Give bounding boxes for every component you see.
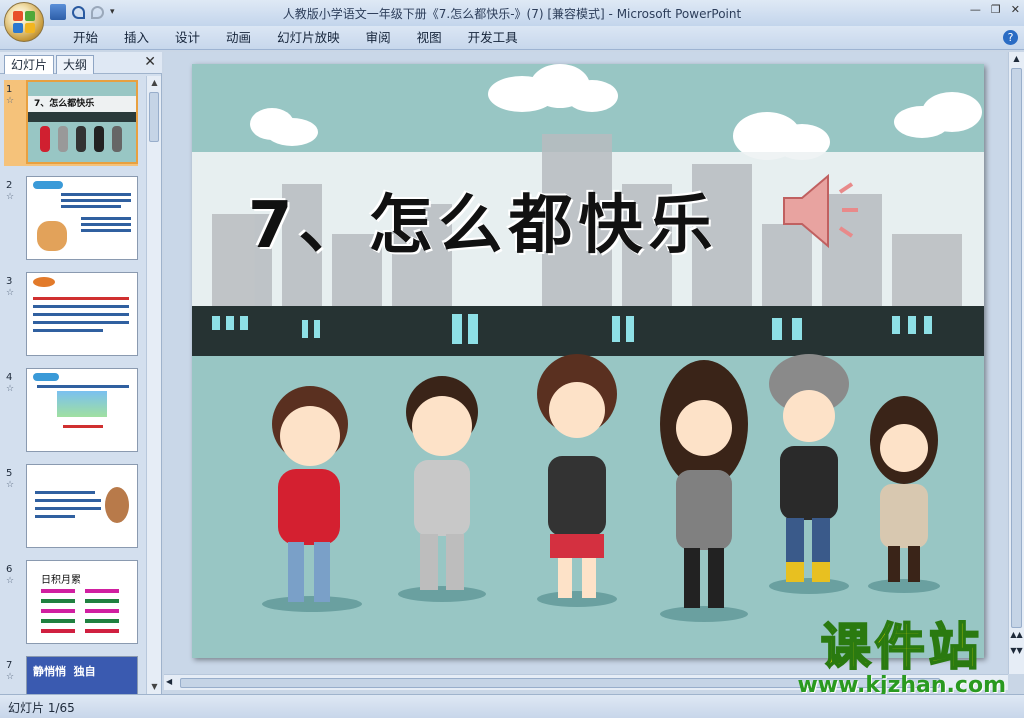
tab-review[interactable]: 审阅 bbox=[353, 30, 404, 46]
watermark-logo: 课件站 www.kjzhan.com bbox=[797, 618, 1006, 698]
minimize-icon[interactable]: — bbox=[970, 3, 981, 16]
slide-artwork bbox=[192, 64, 984, 622]
ribbon: 开始 插入 设计 动画 幻灯片放映 审阅 视图 开发工具 ? bbox=[0, 26, 1024, 50]
tab-insert[interactable]: 插入 bbox=[111, 30, 162, 46]
current-slide[interactable]: 7、怎么都快乐 bbox=[192, 64, 984, 658]
thumbnail-title: 静悄悄 独自 bbox=[33, 665, 96, 678]
thumbnail-list: 1 ☆ 7、怎么都快乐 2 ☆ 3 ☆ 4 ☆ 5 ☆ 6 ☆ 日积月累 7 ☆… bbox=[0, 76, 146, 694]
slide-number: 7 bbox=[6, 660, 13, 671]
thumbnail-title: 日积月累 bbox=[41, 575, 81, 586]
tab-outline[interactable]: 大纲 bbox=[56, 55, 95, 74]
editor-vertical-scrollbar[interactable]: ▲ ▲▲ ▼▼ bbox=[1008, 52, 1024, 674]
next-slide-icon[interactable]: ▼▼ bbox=[1009, 646, 1024, 660]
thumbnail-image bbox=[26, 176, 138, 260]
previous-slide-icon[interactable]: ▲▲ bbox=[1009, 630, 1024, 644]
tab-slideshow[interactable]: 幻灯片放映 bbox=[264, 30, 353, 46]
scroll-down-icon[interactable]: ▼ bbox=[147, 680, 162, 694]
transition-star-icon: ☆ bbox=[6, 480, 15, 490]
slide-number: 2 bbox=[6, 180, 13, 191]
transition-star-icon: ☆ bbox=[6, 384, 15, 394]
office-logo-icon bbox=[13, 11, 35, 33]
scroll-up-icon[interactable]: ▲ bbox=[1009, 52, 1024, 66]
thumbnail-image bbox=[26, 368, 138, 452]
scroll-thumb[interactable] bbox=[149, 92, 159, 142]
thumbnail-slide-5[interactable]: 5 ☆ bbox=[4, 464, 138, 550]
scroll-left-icon[interactable]: ◀ bbox=[166, 677, 172, 686]
transition-star-icon: ☆ bbox=[6, 96, 15, 106]
slide-counter: 幻灯片 1/65 bbox=[8, 701, 75, 715]
tab-design[interactable]: 设计 bbox=[162, 30, 213, 46]
slide-number: 6 bbox=[6, 564, 13, 575]
window-controls: — ❐ ✕ bbox=[970, 3, 1020, 16]
thumbnail-slide-1[interactable]: 1 ☆ 7、怎么都快乐 bbox=[4, 80, 138, 166]
thumbnail-slide-4[interactable]: 4 ☆ bbox=[4, 368, 138, 454]
thumbnail-slide-6[interactable]: 6 ☆ 日积月累 bbox=[4, 560, 138, 646]
office-button[interactable] bbox=[4, 2, 44, 42]
scroll-up-icon[interactable]: ▲ bbox=[147, 76, 162, 90]
status-bar: 幻灯片 1/65 bbox=[0, 694, 1024, 718]
transition-star-icon: ☆ bbox=[6, 192, 15, 202]
watermark-cn: 课件站 bbox=[820, 618, 983, 676]
close-icon[interactable]: ✕ bbox=[1011, 3, 1020, 16]
transition-star-icon: ☆ bbox=[6, 288, 15, 298]
thumbnail-slide-2[interactable]: 2 ☆ bbox=[4, 176, 138, 262]
tab-developer[interactable]: 开发工具 bbox=[455, 30, 531, 46]
cloud-icon bbox=[250, 64, 982, 160]
thumbnail-slide-7[interactable]: 7 ☆ 静悄悄 独自 bbox=[4, 656, 138, 694]
title-bar: ▾ 人教版小学语文一年级下册《7.怎么都快乐-》(7) [兼容模式] - Mic… bbox=[0, 0, 1024, 26]
cartoon-children bbox=[262, 354, 940, 622]
slide-number: 1 bbox=[6, 84, 13, 95]
slide-number: 4 bbox=[6, 372, 13, 383]
tab-slides[interactable]: 幻灯片 bbox=[4, 55, 55, 74]
transition-star-icon: ☆ bbox=[6, 672, 15, 682]
thumbnail-image: 日积月累 bbox=[26, 560, 138, 644]
slide-editor: 7、怎么都快乐 bbox=[164, 52, 1006, 674]
tab-view[interactable]: 视图 bbox=[404, 30, 455, 46]
tab-animations[interactable]: 动画 bbox=[213, 30, 264, 46]
thumbnail-scrollbar[interactable]: ▲ ▼ bbox=[146, 76, 161, 694]
window-title: 人教版小学语文一年级下册《7.怎么都快乐-》(7) [兼容模式] - Micro… bbox=[282, 7, 742, 21]
slide-number: 5 bbox=[6, 468, 13, 479]
ribbon-tabs: 开始 插入 设计 动画 幻灯片放映 审阅 视图 开发工具 bbox=[60, 30, 531, 46]
slide-number: 3 bbox=[6, 276, 13, 287]
thumbnail-title: 7、怎么都快乐 bbox=[34, 99, 95, 109]
thumbnail-image bbox=[26, 272, 138, 356]
thumbnail-image: 静悄悄 独自 bbox=[26, 656, 138, 694]
thumbnail-slide-3[interactable]: 3 ☆ bbox=[4, 272, 138, 358]
tab-home[interactable]: 开始 bbox=[60, 30, 111, 46]
restore-icon[interactable]: ❐ bbox=[991, 3, 1001, 16]
slide-title[interactable]: 7、怎么都快乐 bbox=[248, 174, 719, 266]
scroll-thumb[interactable] bbox=[1011, 68, 1022, 628]
help-icon[interactable]: ? bbox=[1003, 30, 1018, 45]
thumbnail-image: 7、怎么都快乐 bbox=[26, 80, 138, 164]
thumbnail-image bbox=[26, 464, 138, 548]
transition-star-icon: ☆ bbox=[6, 576, 15, 586]
close-pane-icon[interactable]: ✕ bbox=[144, 54, 156, 70]
slides-pane: 幻灯片 大纲 ✕ 1 ☆ 7、怎么都快乐 2 ☆ 3 ☆ 4 ☆ 5 ☆ 6 ☆… bbox=[0, 52, 162, 694]
pane-tabs: 幻灯片 大纲 ✕ bbox=[0, 52, 162, 74]
